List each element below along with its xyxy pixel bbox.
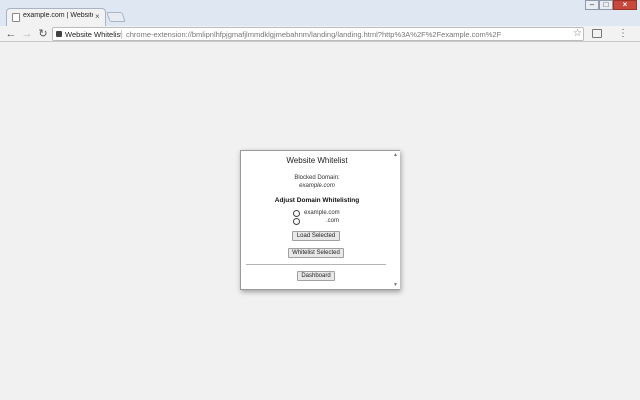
tab-title: example.com | Website W xyxy=(23,12,93,19)
forward-button[interactable]: → xyxy=(20,27,34,41)
blocked-domain-label: Blocked Domain: xyxy=(294,175,340,181)
adjust-whitelisting-heading: Adjust Domain Whitelisting xyxy=(274,197,360,204)
tab-close-icon[interactable]: × xyxy=(95,11,100,23)
extension-puzzle-icon xyxy=(56,31,62,37)
browser-menu-icon[interactable]: ⋮ xyxy=(618,27,628,40)
browser-toolbar: ← → ↻ Website Whitelist chrome-extension… xyxy=(0,26,640,42)
blocked-domain-value: example.com xyxy=(299,183,335,189)
whitelist-selected-button[interactable]: Whitelist Selected xyxy=(288,248,344,258)
radio-button[interactable] xyxy=(293,210,300,217)
radio-button[interactable] xyxy=(293,218,300,225)
minimize-button[interactable]: – xyxy=(585,0,599,10)
back-button[interactable]: ← xyxy=(4,27,18,41)
site-chip: Website Whitelist xyxy=(65,30,123,39)
browser-titlebar: example.com | Website W × – □ × xyxy=(0,0,640,26)
url-text[interactable]: chrome-extension://bmlipnlhfpjgmafjlmmdk… xyxy=(126,29,571,40)
option-label: example.com xyxy=(304,210,340,216)
popup-scrollbar[interactable]: ▲ ▼ xyxy=(392,151,400,289)
minimize-icon: – xyxy=(589,0,595,9)
new-tab-button[interactable] xyxy=(106,12,126,22)
dashboard-button[interactable]: Dashboard xyxy=(297,271,335,281)
close-icon: × xyxy=(622,0,628,9)
browser-tab[interactable]: example.com | Website W × xyxy=(6,8,106,26)
scroll-up-arrow-icon[interactable]: ▲ xyxy=(393,152,398,158)
extension-action-icon[interactable] xyxy=(592,29,602,38)
address-bar[interactable]: Website Whitelist chrome-extension://bml… xyxy=(52,27,584,41)
divider xyxy=(246,264,386,265)
maximize-icon: □ xyxy=(603,0,609,9)
maximize-button[interactable]: □ xyxy=(599,0,613,10)
close-window-button[interactable]: × xyxy=(613,0,637,10)
option-label: .com xyxy=(326,218,340,224)
popup-title: Website Whitelist xyxy=(286,156,348,165)
load-selected-button[interactable]: Load Selected xyxy=(292,231,340,241)
bookmark-star-icon[interactable]: ☆ xyxy=(573,28,582,40)
scroll-down-arrow-icon[interactable]: ▼ xyxy=(393,282,398,288)
chip-divider xyxy=(121,30,122,39)
whitelist-popup: Website Whitelist Blocked Domain: exampl… xyxy=(240,150,400,290)
reload-button[interactable]: ↻ xyxy=(36,27,50,41)
page-favicon-icon xyxy=(12,13,20,22)
